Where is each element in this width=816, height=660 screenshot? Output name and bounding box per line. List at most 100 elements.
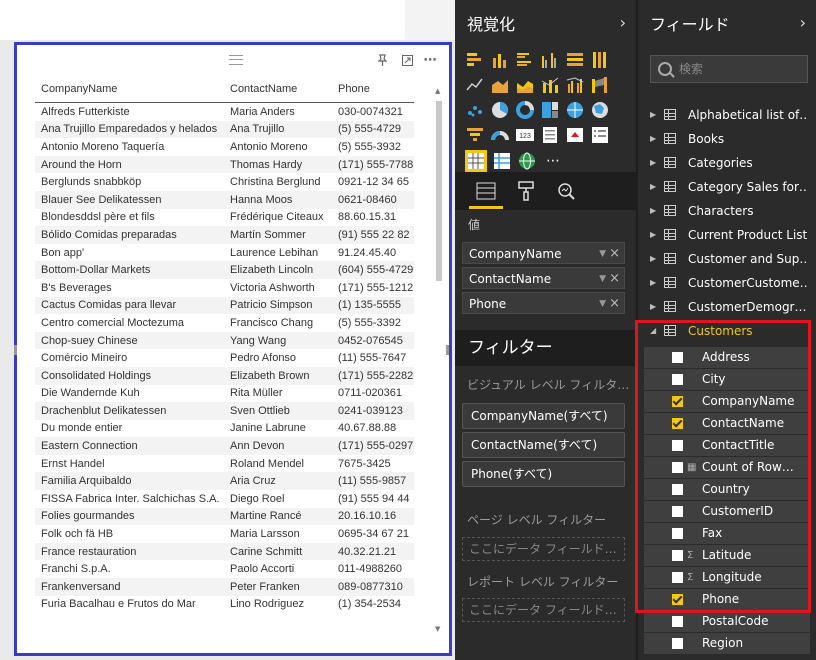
field-table[interactable]: ▶ Categories: [638, 151, 816, 175]
scatter-chart-icon[interactable]: [465, 100, 485, 120]
fields-tab-icon[interactable]: [475, 180, 497, 202]
line-and-stacked-column-icon[interactable]: [540, 75, 560, 95]
ribbon-chart-icon[interactable]: [590, 75, 610, 95]
field-search-input[interactable]: 検索: [650, 55, 808, 83]
focus-mode-icon[interactable]: [399, 54, 415, 68]
table-row[interactable]: Franchi S.p.A. Paolo Accorti 011-4988260: [35, 560, 414, 578]
filter-card-contactname[interactable]: ContactName(すべて): [462, 432, 625, 458]
table-row[interactable]: Drachenblut Delikatessen Sven Ottlieb 0241…: [35, 402, 414, 420]
table-row[interactable]: Alfreds Futterkiste Maria Anders 030-00743…: [35, 103, 414, 121]
field-checkbox[interactable]: [672, 462, 683, 473]
table-row[interactable]: Around the Horn Thomas Hardy (171) 555-778…: [35, 155, 414, 174]
drag-handle[interactable]: [229, 55, 243, 65]
filter-card-companyname[interactable]: CompanyName(すべて): [462, 403, 625, 429]
table-row[interactable]: FISSA Fabrica Inter. Salchichas S.A. Dieg…: [35, 490, 414, 508]
table-row[interactable]: Bon app' Laurence Lebihan 91.24.45.40: [35, 244, 414, 262]
table-row[interactable]: Ernst Handel Roland Mendel 7675-3425: [35, 455, 414, 473]
chevron-right-icon[interactable]: ▶: [650, 199, 656, 223]
table-row[interactable]: Frankenversand Peter Franken 089-0877310: [35, 578, 414, 596]
table-row[interactable]: Consolidated Holdings Elizabeth Brown (171…: [35, 366, 414, 385]
table-row[interactable]: Folies gourmandes Martine Rancé 20.16.10.1…: [35, 507, 414, 526]
field-item[interactable]: Phone: [644, 589, 810, 610]
collapse-visualizations-icon[interactable]: ›: [620, 13, 626, 32]
collapse-fields-icon[interactable]: ›: [800, 13, 806, 32]
kpi-icon[interactable]: [565, 125, 585, 145]
table-row[interactable]: Cactus Comidas para llevar Patricio Simps…: [35, 296, 414, 315]
field-checkbox[interactable]: [672, 352, 683, 363]
table-scrollbar[interactable]: ▲ ▼: [435, 87, 443, 637]
more-options-icon[interactable]: ⋯: [422, 54, 438, 68]
field-item[interactable]: Σ Latitude: [644, 545, 810, 566]
field-checkbox[interactable]: [672, 396, 683, 407]
table-row[interactable]: Die Wandernde Kuh Rita Müller 0711-020361: [35, 385, 414, 403]
field-item[interactable]: PostalCode: [644, 611, 810, 632]
value-well-phone[interactable]: Phone ▼ ×: [462, 292, 625, 314]
treemap-icon[interactable]: [540, 100, 560, 120]
slicer-icon[interactable]: [590, 125, 610, 145]
chevron-down-icon[interactable]: ◢: [650, 319, 656, 343]
chevron-right-icon[interactable]: ▶: [650, 223, 656, 247]
table-visual[interactable]: ⋯ CompanyName ContactName Phone Alfreds Fu…: [14, 42, 452, 656]
table-icon[interactable]: [465, 150, 487, 172]
field-table-customers[interactable]: ◢ Customers: [638, 319, 816, 343]
field-item[interactable]: City: [644, 369, 810, 390]
field-checkbox[interactable]: [672, 374, 683, 385]
field-item[interactable]: CustomerID: [644, 501, 810, 522]
field-checkbox[interactable]: [672, 638, 683, 649]
field-checkbox[interactable]: [672, 550, 683, 561]
resize-handle-left[interactable]: [14, 345, 17, 355]
field-item[interactable]: CompanyName: [644, 391, 810, 412]
chevron-down-icon[interactable]: ▼: [599, 293, 606, 315]
table-row[interactable]: Chop-suey Chinese Yang Wang 0452-076545: [35, 331, 414, 350]
clustered-bar-chart-icon[interactable]: [515, 50, 535, 70]
table-row[interactable]: Folk och fä HB Maria Larsson 0695-34 67 21: [35, 525, 414, 543]
field-checkbox[interactable]: [672, 418, 683, 429]
pin-icon[interactable]: [374, 54, 390, 68]
field-table[interactable]: ▶ CustomerDemogr…: [638, 295, 816, 319]
line-and-clustered-column-icon[interactable]: [565, 75, 585, 95]
pie-chart-icon[interactable]: [490, 100, 510, 120]
matrix-icon[interactable]: [492, 151, 512, 171]
table-row[interactable]: Ana Trujillo Emparedados y helados Ana Tr…: [35, 120, 414, 139]
format-paint-roller-icon[interactable]: [515, 180, 537, 202]
field-checkbox[interactable]: [672, 594, 683, 605]
card-icon[interactable]: 123: [515, 125, 535, 145]
filter-card-phone[interactable]: Phone(すべて): [462, 461, 625, 487]
chevron-right-icon[interactable]: ▶: [650, 247, 656, 271]
field-table[interactable]: ▶ Alphabetical list of…: [638, 103, 816, 127]
table-row[interactable]: Antonio Moreno Taquería Antonio Moreno (5)…: [35, 138, 414, 156]
stacked-bar-chart-icon[interactable]: [465, 50, 485, 70]
field-table[interactable]: ▶ Customer and Sup…: [638, 247, 816, 271]
100-stacked-column-icon[interactable]: [590, 50, 610, 70]
resize-handle-right[interactable]: [446, 345, 449, 355]
table-row[interactable]: Bottom-Dollar Markets Elizabeth Lincoln (6…: [35, 261, 414, 279]
field-item[interactable]: ContactName: [644, 413, 810, 434]
field-checkbox[interactable]: [672, 528, 683, 539]
value-well-companyname[interactable]: CompanyName ▼ ×: [462, 242, 625, 264]
chevron-right-icon[interactable]: ▶: [650, 103, 656, 127]
field-item[interactable]: ContactTitle: [644, 435, 810, 456]
line-chart-icon[interactable]: [465, 75, 485, 95]
stacked-area-chart-icon[interactable]: [515, 75, 535, 95]
chevron-down-icon[interactable]: ▼: [599, 268, 606, 290]
scroll-up-icon[interactable]: ▲: [435, 87, 440, 95]
field-checkbox[interactable]: [672, 572, 683, 583]
table-row[interactable]: Blondesddsl père et fils Frédérique Citea…: [35, 209, 414, 227]
remove-field-icon[interactable]: ×: [609, 243, 620, 265]
100-stacked-bar-icon[interactable]: [565, 50, 585, 70]
field-table[interactable]: ▶ CustomerCustome…: [638, 271, 816, 295]
map-icon[interactable]: [565, 100, 585, 120]
chevron-right-icon[interactable]: ▶: [650, 295, 656, 319]
funnel-icon[interactable]: [465, 125, 485, 145]
field-checkbox[interactable]: [672, 616, 683, 627]
field-table[interactable]: ▶ Category Sales for…: [638, 175, 816, 199]
table-row[interactable]: Berglunds snabbköp Christina Berglund 0921…: [35, 173, 414, 191]
analytics-magnifier-icon[interactable]: [555, 180, 577, 202]
scroll-down-icon[interactable]: ▼: [435, 625, 440, 633]
filled-map-icon[interactable]: [590, 100, 610, 120]
remove-field-icon[interactable]: ×: [609, 293, 620, 315]
field-item[interactable]: Address: [644, 347, 810, 368]
globe-icon[interactable]: [517, 151, 537, 171]
stacked-column-chart-icon[interactable]: [490, 50, 510, 70]
column-header[interactable]: Phone: [332, 75, 414, 103]
